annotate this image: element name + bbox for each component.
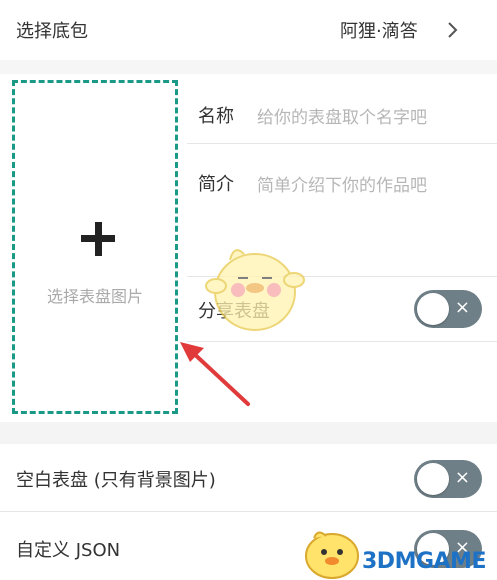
section-gap: [0, 60, 497, 74]
watermark-text: 3DMGAME: [362, 549, 486, 574]
mascot-logo-icon: [305, 531, 359, 579]
base-pack-label: 选择底包: [16, 21, 88, 42]
close-icon: ×: [454, 297, 470, 318]
annotation-arrow-icon: [180, 342, 250, 406]
blank-dial-label: 空白表盘 (只有背景图片): [16, 470, 216, 491]
toggle-knob: [417, 293, 449, 325]
close-icon: ×: [454, 467, 470, 488]
base-pack-value: 阿狸·滴答: [340, 21, 418, 42]
chevron-right-icon: [448, 22, 458, 38]
name-input[interactable]: 给你的表盘取个名字吧: [257, 103, 427, 128]
blank-dial-row: 空白表盘 (只有背景图片) ×: [0, 444, 497, 510]
section-gap: [0, 422, 497, 444]
share-toggle[interactable]: ×: [414, 290, 482, 328]
intro-label: 简介: [198, 174, 234, 195]
custom-json-label: 自定义 JSON: [16, 540, 121, 561]
blank-dial-toggle[interactable]: ×: [414, 460, 482, 498]
mascot-watermark-icon: [205, 249, 305, 331]
name-label: 名称: [198, 106, 234, 127]
divider: [187, 143, 497, 144]
toggle-knob: [417, 463, 449, 495]
base-pack-row[interactable]: 选择底包 阿狸·滴答: [0, 0, 497, 60]
upload-label: 选择表盘图片: [46, 287, 143, 306]
image-upload-box[interactable]: 选择表盘图片: [12, 80, 178, 414]
intro-input[interactable]: 简单介绍下你的作品吧: [257, 171, 427, 196]
